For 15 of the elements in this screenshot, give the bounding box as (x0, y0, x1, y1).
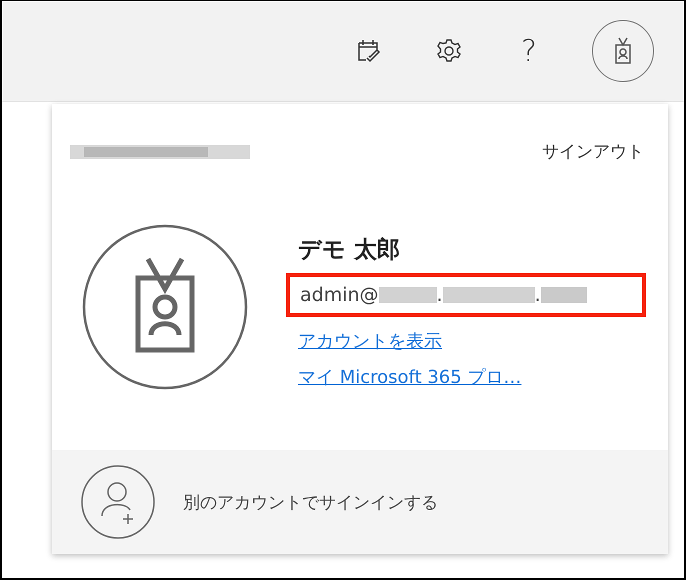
sign-out-link[interactable]: サインアウト (542, 140, 644, 163)
help-button[interactable]: ? (512, 34, 546, 68)
redacted-text (378, 285, 437, 305)
switch-account-link[interactable]: 別のアカウントでサインインする (183, 490, 438, 514)
email-text: . (534, 284, 541, 306)
email-text: admin@ (300, 284, 379, 306)
email-text: . (436, 284, 443, 306)
account-link[interactable]: マイ Microsoft 365 プロ… (298, 365, 522, 389)
badge-avatar-icon (82, 224, 248, 390)
badge-icon (613, 37, 633, 65)
account-link[interactable]: アカウントを表示 (298, 329, 442, 353)
redacted-text (540, 285, 587, 305)
add-person-icon (80, 464, 156, 540)
avatar-button[interactable] (592, 20, 654, 82)
user-name: デモ 太郎 (298, 236, 400, 265)
